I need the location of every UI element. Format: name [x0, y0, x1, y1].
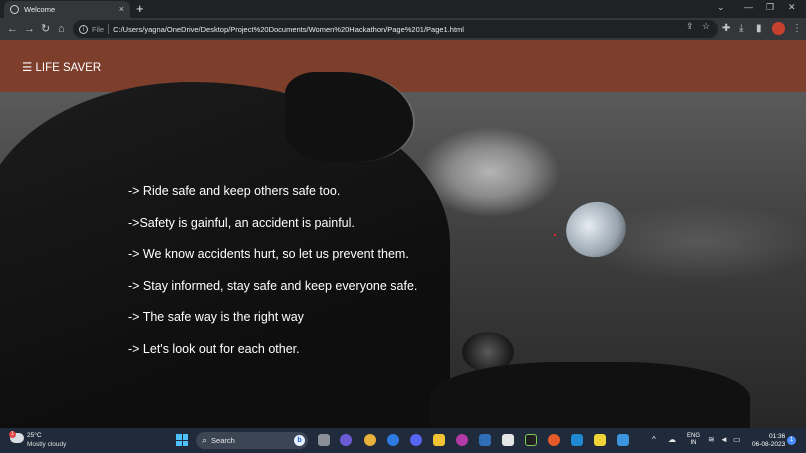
weather-badge: 1 [9, 431, 16, 438]
vscode-icon[interactable] [571, 434, 583, 446]
download-icon[interactable]: ⤓ [739, 22, 743, 36]
weather-temperature[interactable]: 25°C [27, 432, 42, 439]
chat-icon[interactable] [340, 434, 352, 446]
chrome-icon[interactable] [364, 434, 376, 446]
clock-time: 01:36 [768, 433, 786, 440]
minimize-icon[interactable]: — [744, 2, 753, 12]
weather-condition[interactable]: Mostly cloudy [27, 441, 66, 448]
site-navbar: ☰ LIFE SAVER [0, 40, 806, 92]
site-brand[interactable]: ☰ LIFE SAVER [22, 60, 101, 74]
hero-image-mirror [559, 195, 633, 264]
extensions-icon[interactable]: ✚ [722, 22, 730, 36]
search-icon: ⌕ [202, 435, 208, 445]
globe-icon [10, 5, 19, 14]
sidebar-icon[interactable]: ▮ [756, 22, 762, 36]
volume-icon[interactable]: ◄ [720, 436, 728, 444]
app-icon[interactable] [456, 434, 468, 446]
wifi-icon[interactable]: ≋ [708, 436, 715, 444]
clock-date: 06-08-2023 [752, 441, 786, 448]
menu-icon[interactable]: ⋮ [792, 22, 802, 36]
info-icon[interactable]: i [79, 24, 88, 34]
address-bar[interactable]: i File C:/Users/yagna/OneDrive/Desktop/P… [73, 20, 718, 38]
new-tab-icon[interactable]: + [136, 2, 144, 15]
windows-start-icon[interactable] [176, 434, 188, 446]
web-page: ☰ LIFE SAVER -> Ride safe and keep other… [0, 40, 806, 428]
battery-icon[interactable]: ▭ [733, 436, 741, 444]
firefox-icon[interactable] [548, 434, 560, 446]
share-icon[interactable]: ⇪ [686, 21, 694, 32]
notepad-icon[interactable] [502, 434, 514, 446]
slogan-item: -> Stay informed, stay safe and keep eve… [128, 278, 418, 293]
zoom-icon[interactable] [387, 434, 399, 446]
language-label: ENG [687, 433, 701, 439]
region-label: IN [690, 440, 697, 446]
hero-image-motorcycle [430, 362, 750, 428]
tab-close-icon[interactable]: × [119, 5, 124, 14]
star-icon[interactable]: ☆ [702, 21, 710, 32]
language-indicator[interactable]: ENG IN [687, 433, 700, 447]
close-window-icon[interactable]: ✕ [788, 2, 796, 13]
profile-avatar[interactable] [772, 22, 785, 35]
discord-icon[interactable] [410, 434, 422, 446]
browser-toolbar: ← → ↻ ⌂ i File C:/Users/yagna/OneDrive/D… [0, 18, 806, 40]
notification-icon[interactable]: 1 [787, 436, 796, 445]
task-view-icon[interactable] [318, 434, 330, 446]
pycharm-icon[interactable] [525, 434, 537, 446]
restore-icon[interactable]: ❐ [766, 2, 774, 13]
taskbar-search[interactable]: ⌕ Search b [196, 432, 308, 449]
slogan-item: ->Safety is gainful, an accident is pain… [128, 215, 355, 230]
python-icon[interactable] [617, 434, 629, 446]
onedrive-icon[interactable]: ☁ [668, 436, 676, 444]
browser-tab[interactable]: Welcome × [4, 1, 130, 18]
forward-icon[interactable]: → [24, 22, 35, 36]
file-explorer-icon[interactable] [433, 434, 445, 446]
reload-icon[interactable]: ↻ [41, 22, 50, 36]
slogan-list: -> Ride safe and keep others safe too. -… [128, 184, 417, 373]
back-icon[interactable]: ← [7, 22, 18, 36]
search-label: Search [211, 436, 235, 445]
home-icon[interactable]: ⌂ [58, 22, 65, 36]
slogan-item: -> Ride safe and keep others safe too. [128, 184, 341, 198]
hero-background-image: -> Ride safe and keep others safe too. -… [0, 72, 806, 428]
address-separator [108, 24, 110, 34]
slogan-item: -> Let's look out for each other. [128, 341, 300, 356]
slogan-item: -> We know accidents hurt, so let us pre… [128, 247, 409, 261]
tab-title: Welcome [24, 5, 56, 14]
system-clock[interactable]: 01:36 06-08-2023 [752, 433, 785, 449]
windows-taskbar: 1 25°C Mostly cloudy ⌕ Search b ^ ☁ ENG … [0, 428, 806, 453]
browser-tab-strip: Welcome × + ⌄ — ❐ ✕ [0, 0, 806, 18]
red-dot [554, 234, 556, 236]
url-text[interactable]: C:/Users/yagna/OneDrive/Desktop/Project%… [113, 25, 464, 34]
app-icon[interactable] [479, 434, 491, 446]
address-prefix: File [92, 24, 105, 34]
bing-icon[interactable]: b [294, 435, 305, 446]
tab-search-icon[interactable]: ⌄ [717, 2, 725, 13]
slogan-item: -> The safe way is the right way [128, 310, 304, 324]
sticky-notes-icon[interactable] [594, 434, 606, 446]
chevron-up-icon[interactable]: ^ [652, 436, 656, 444]
